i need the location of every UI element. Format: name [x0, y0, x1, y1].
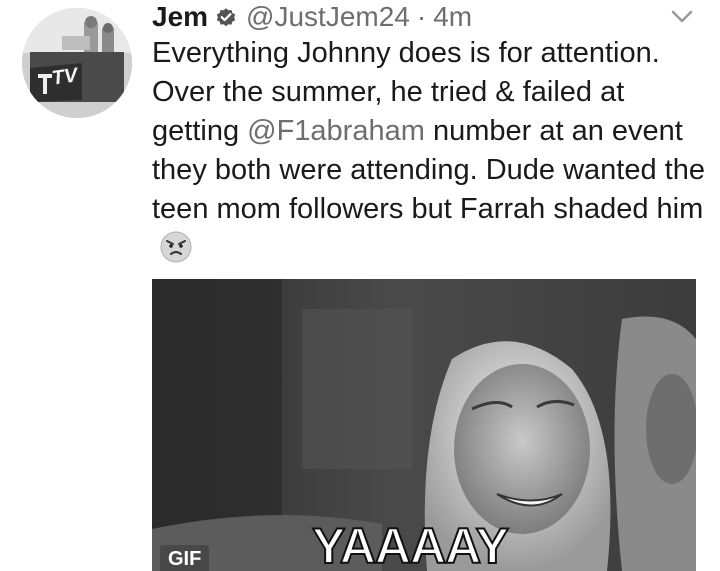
tweet[interactable]: TV Jem @JustJem24 · 4m Everything Johnny… — [0, 0, 720, 571]
user-handle[interactable]: @JustJem24 — [246, 0, 410, 34]
angry-face-emoji-icon — [160, 231, 192, 263]
header-separator: · — [416, 1, 427, 32]
verified-badge-icon — [216, 8, 236, 27]
gif-caption: YAAAAY — [311, 518, 510, 571]
tweet-text: Everything Johnny does is for attention.… — [152, 34, 708, 268]
mention-link[interactable]: @F1abraham — [247, 115, 425, 147]
avatar-image — [22, 8, 132, 118]
timestamp[interactable]: 4m — [433, 0, 472, 34]
gif-media[interactable]: YAAAAY GIF — [152, 279, 696, 571]
gif-badge: GIF — [160, 545, 210, 571]
avatar[interactable]: TV — [22, 8, 132, 118]
chevron-down-icon[interactable] — [670, 8, 694, 26]
display-name[interactable]: Jem — [152, 0, 208, 34]
avatar-logo-text: TV — [50, 64, 79, 90]
tweet-header: Jem @JustJem24 · 4m — [152, 0, 472, 34]
